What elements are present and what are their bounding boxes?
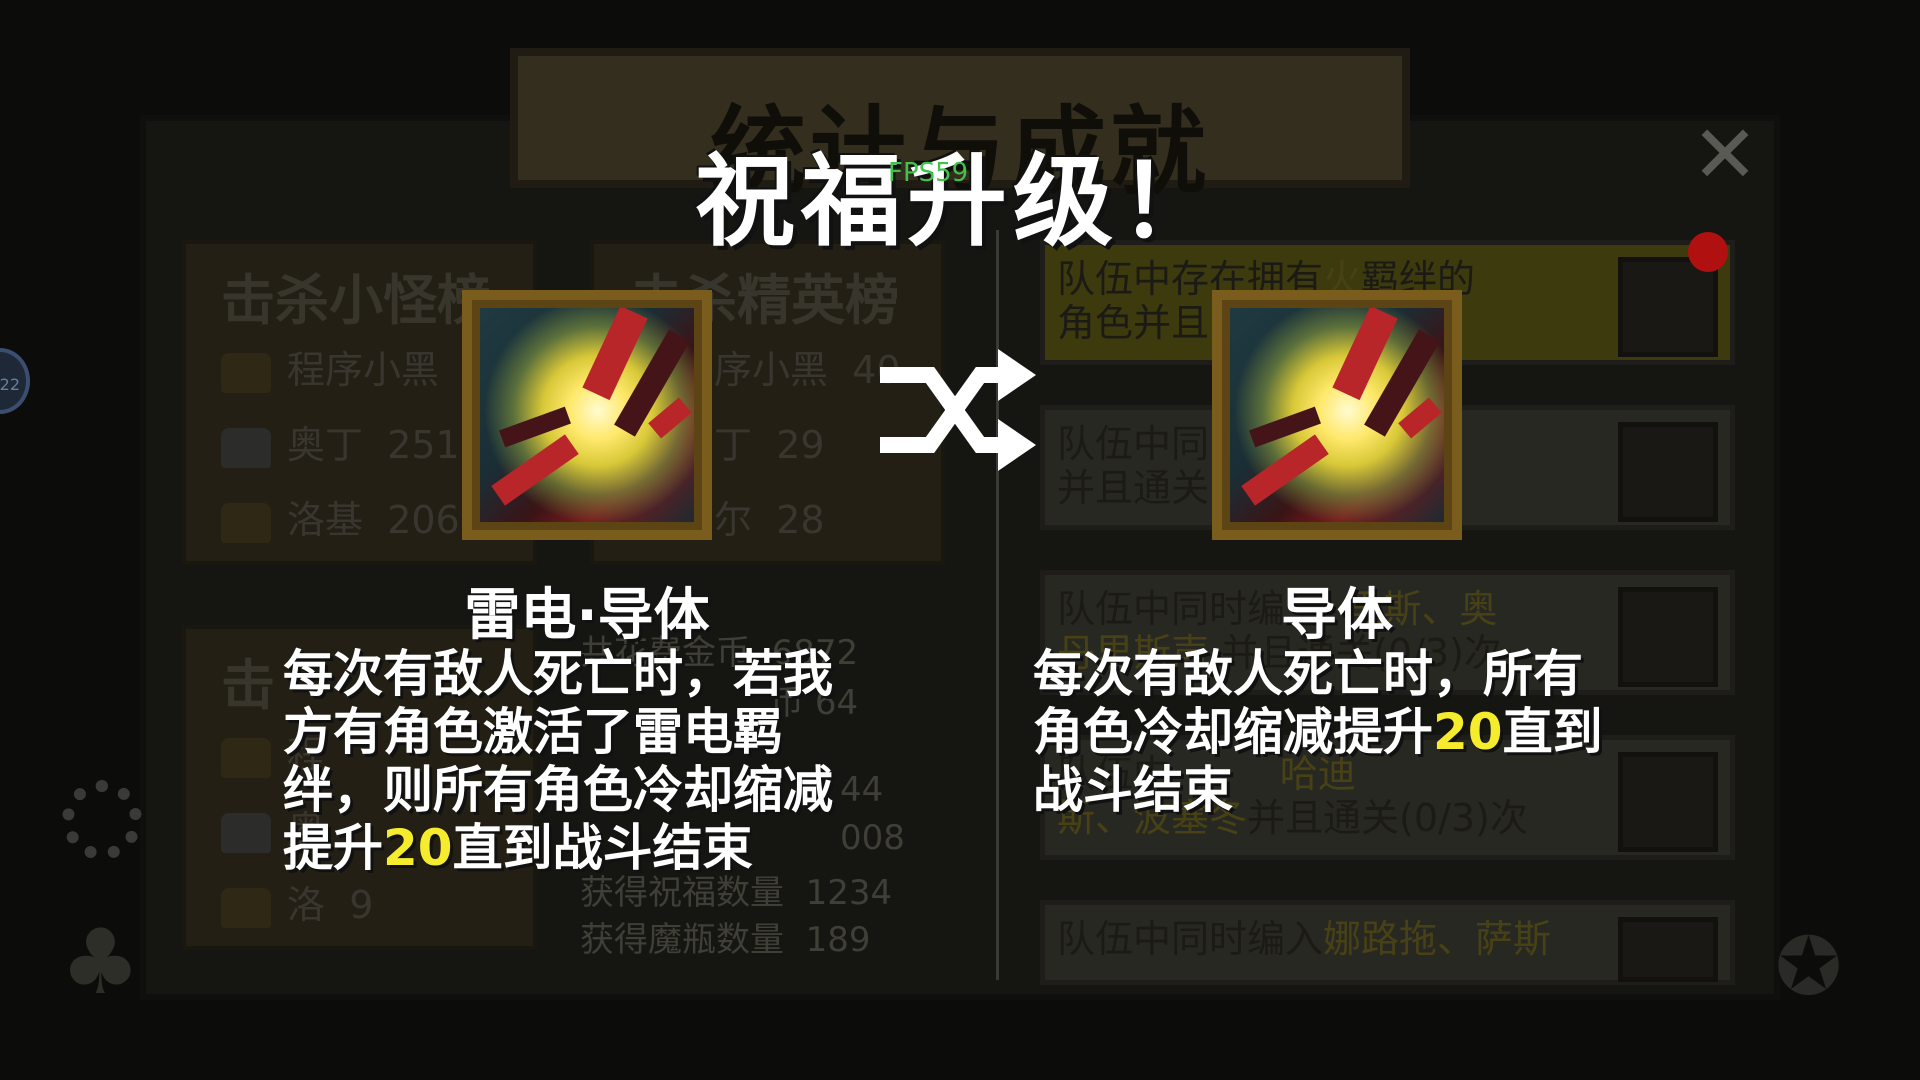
row-name: 程序小黑 bbox=[287, 348, 440, 392]
crown-icon bbox=[221, 737, 271, 778]
row-value: 206 bbox=[387, 498, 460, 542]
old-blessing-description: 每次有敌人死亡时，若我方有角色激活了雷电羁绊，则所有角色冷却缩减提升20直到战斗… bbox=[283, 645, 833, 877]
row-value: 251 bbox=[387, 423, 460, 467]
board-title: 击杀小怪榜 bbox=[221, 269, 491, 332]
row-name: 洛 bbox=[287, 883, 326, 927]
shuffle-icon bbox=[880, 349, 1036, 471]
stat-line: 获得魔瓶数量 189 bbox=[580, 912, 871, 961]
board-row: 丁 29 bbox=[714, 414, 825, 469]
achievement-icon bbox=[1618, 257, 1718, 357]
stat-value: 1234 bbox=[805, 873, 893, 913]
row-name: 洛基 bbox=[287, 498, 364, 542]
board-row: 洛 9 bbox=[221, 874, 373, 929]
crown-icon bbox=[221, 352, 271, 393]
fps-counter: FPS59 bbox=[888, 158, 969, 188]
character-icon bbox=[1618, 917, 1718, 982]
character-icon bbox=[1618, 422, 1718, 522]
board-title: 击 bbox=[221, 654, 275, 717]
gear-icon[interactable] bbox=[62, 780, 142, 860]
character-icon bbox=[1618, 587, 1718, 687]
row-value: 29 bbox=[776, 423, 825, 467]
achievement-text: 队伍中同时编入娜路拖、萨斯 bbox=[1057, 917, 1552, 961]
board-row: 洛基 206 bbox=[221, 489, 460, 544]
stat-label: 获得魔瓶数量 bbox=[580, 920, 784, 960]
tree-icon[interactable]: ♣ bbox=[60, 910, 160, 1020]
row-name: 丁 bbox=[714, 423, 753, 467]
crown-icon bbox=[221, 427, 271, 468]
board-row: 程序小黑 bbox=[221, 339, 439, 394]
old-blessing-name: 雷电·导体 bbox=[464, 583, 710, 648]
new-blessing-description: 每次有敌人死亡时，所有角色冷却缩减提升20直到战斗结束 bbox=[1033, 645, 1603, 819]
row-value: 28 bbox=[776, 498, 825, 542]
row-name: 序小黑 bbox=[714, 348, 829, 392]
achievement-card[interactable]: 队伍中同时编入娜路拖、萨斯 bbox=[1040, 900, 1735, 985]
side-badge[interactable]: 22 bbox=[0, 348, 30, 414]
lightning-art bbox=[480, 308, 694, 522]
blessing-upgrade-title: 祝福升级！ bbox=[695, 143, 1225, 260]
board-row: 奥丁 251 bbox=[221, 414, 460, 469]
row-name: 尔 bbox=[714, 498, 753, 542]
crown-icon bbox=[221, 502, 271, 543]
stat-label: 获得祝福数量 bbox=[580, 873, 784, 913]
stat-value: 189 bbox=[805, 920, 871, 960]
new-blessing-name: 导体 bbox=[1281, 583, 1393, 648]
row-value: 9 bbox=[349, 883, 374, 927]
old-blessing-icon bbox=[462, 290, 712, 540]
character-icon bbox=[1618, 752, 1718, 852]
board-row: 序小黑 40 bbox=[714, 339, 901, 394]
lightning-art bbox=[1230, 308, 1444, 522]
new-blessing-icon bbox=[1212, 290, 1462, 540]
crown-icon bbox=[221, 812, 271, 853]
medal-icon[interactable]: ✪ bbox=[1775, 920, 1845, 1020]
board-row: 尔 28 bbox=[714, 489, 825, 544]
row-name: 奥丁 bbox=[287, 423, 364, 467]
crown-icon bbox=[221, 887, 271, 928]
